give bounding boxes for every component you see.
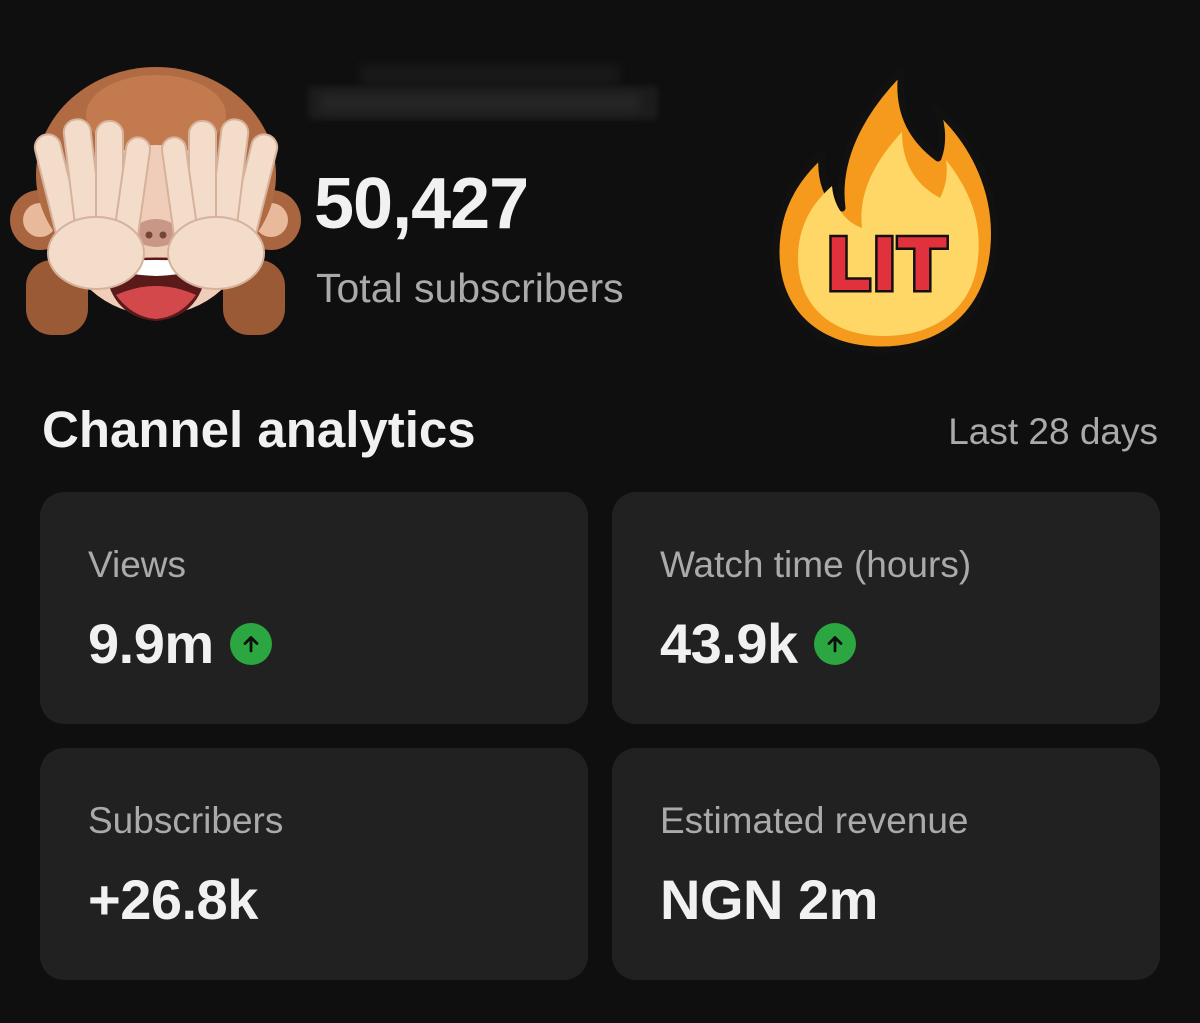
views-value: 9.9m <box>88 612 214 675</box>
period-label[interactable]: Last 28 days <box>948 413 1158 450</box>
total-subscribers-label: Total subscribers <box>316 265 624 311</box>
subscribers-card[interactable]: Subscribers +26.8k <box>40 748 588 980</box>
lit-text: LIT <box>825 223 947 307</box>
analytics-screen: 50,427 Total subscribers LIT Channel ana… <box>0 0 1200 1023</box>
section-title: Channel analytics <box>42 401 476 458</box>
channel-name-blurred <box>300 58 670 138</box>
watch-time-card[interactable]: Watch time (hours) 43.9k <box>612 492 1160 724</box>
views-card[interactable]: Views 9.9m <box>40 492 588 724</box>
watch-time-label: Watch time (hours) <box>660 544 972 585</box>
watch-time-value: 43.9k <box>660 612 798 675</box>
lit-fire-icon: LIT <box>772 66 998 354</box>
subscribers-label: Subscribers <box>88 800 284 841</box>
views-label: Views <box>88 544 187 585</box>
trend-up-icon <box>813 623 856 665</box>
revenue-label: Estimated revenue <box>660 800 969 841</box>
see-no-evil-monkey-icon <box>10 67 301 335</box>
total-subscribers-count: 50,427 <box>314 164 529 244</box>
subscribers-value: +26.8k <box>88 868 258 931</box>
revenue-card[interactable]: Estimated revenue NGN 2m <box>612 748 1160 980</box>
trend-up-icon <box>229 623 272 665</box>
revenue-value: NGN 2m <box>660 868 878 931</box>
